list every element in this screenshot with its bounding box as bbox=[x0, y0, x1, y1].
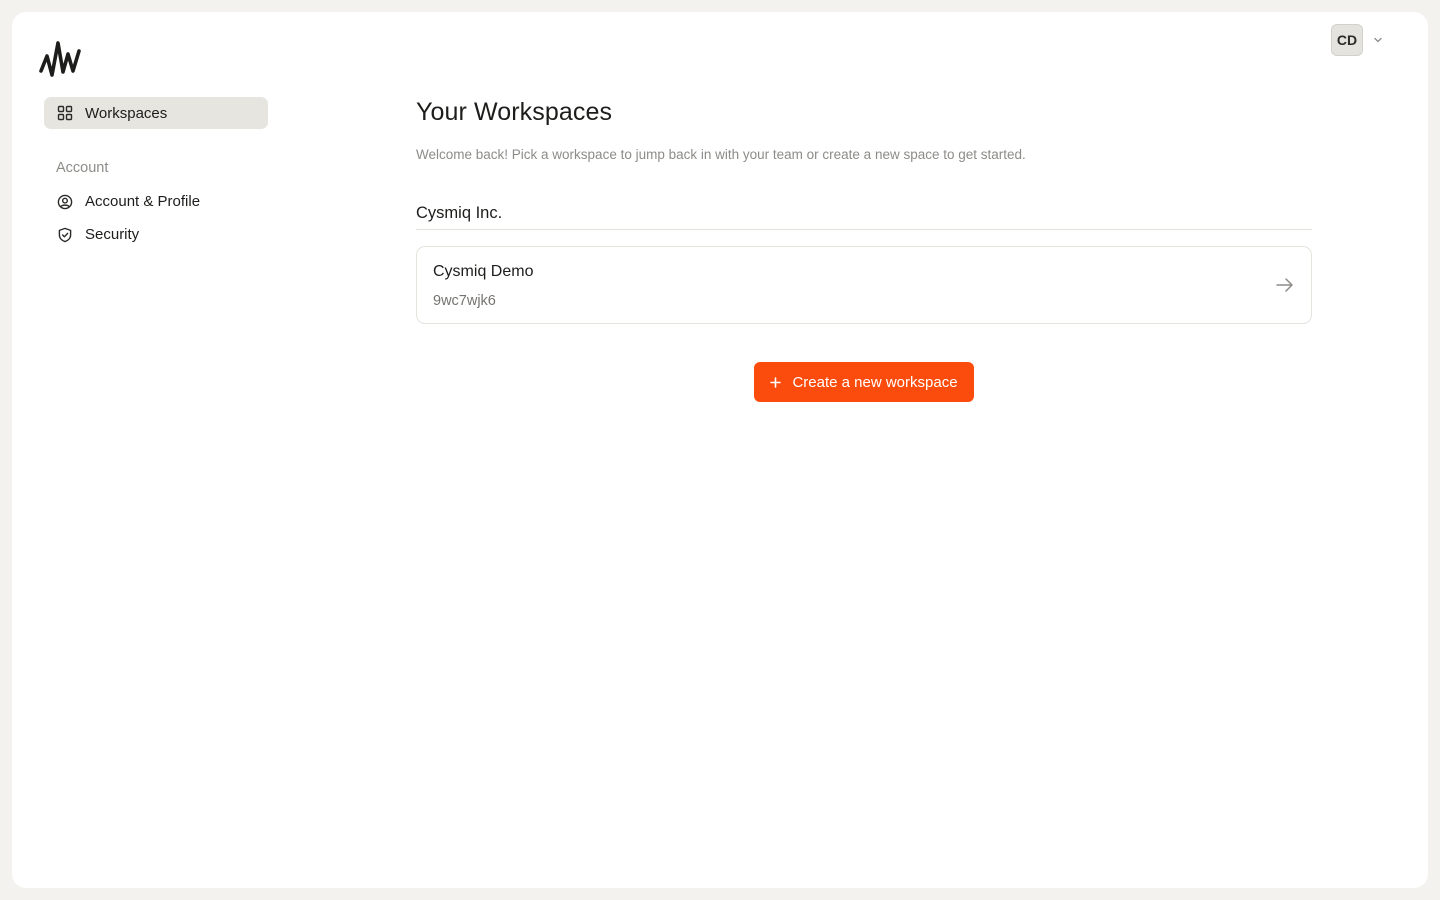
page-subtitle: Welcome back! Pick a workspace to jump b… bbox=[416, 147, 1026, 162]
user-menu[interactable]: CD bbox=[1331, 24, 1384, 56]
workspace-name: Cysmiq Demo bbox=[433, 263, 534, 280]
main-content: Your Workspaces Welcome back! Pick a wor… bbox=[416, 98, 1312, 402]
user-circle-icon bbox=[56, 193, 73, 210]
workspace-id: 9wc7wjk6 bbox=[433, 293, 496, 309]
chevron-down-icon[interactable] bbox=[1372, 34, 1384, 46]
organization-name: Cysmiq Inc. bbox=[416, 204, 1312, 230]
page-title: Your Workspaces bbox=[416, 98, 613, 126]
create-workspace-label: Create a new workspace bbox=[792, 373, 958, 391]
waveform-logo-icon[interactable] bbox=[39, 39, 81, 81]
sidebar-item-label: Account & Profile bbox=[85, 193, 201, 210]
sidebar-section-account: Account bbox=[56, 160, 109, 176]
shield-check-icon bbox=[56, 226, 73, 243]
avatar[interactable]: CD bbox=[1331, 24, 1363, 56]
plus-icon bbox=[770, 376, 782, 388]
create-workspace-button[interactable]: Create a new workspace bbox=[754, 362, 974, 402]
sidebar-item-label: Security bbox=[85, 226, 140, 243]
sidebar-item-label: Workspaces bbox=[85, 104, 168, 122]
sidebar-item-workspaces[interactable]: Workspaces bbox=[44, 97, 268, 129]
sidebar-item-security[interactable]: Security bbox=[44, 218, 268, 251]
grid-icon bbox=[56, 105, 73, 122]
sidebar-item-account-profile[interactable]: Account & Profile bbox=[44, 185, 268, 218]
sidebar: Workspaces Account Account & Profile Sec… bbox=[44, 97, 268, 251]
app-frame: CD Workspaces Account Account & Profile … bbox=[12, 12, 1428, 888]
arrow-right-icon[interactable] bbox=[1275, 276, 1295, 294]
workspace-card[interactable]: Cysmiq Demo 9wc7wjk6 bbox=[416, 246, 1312, 324]
